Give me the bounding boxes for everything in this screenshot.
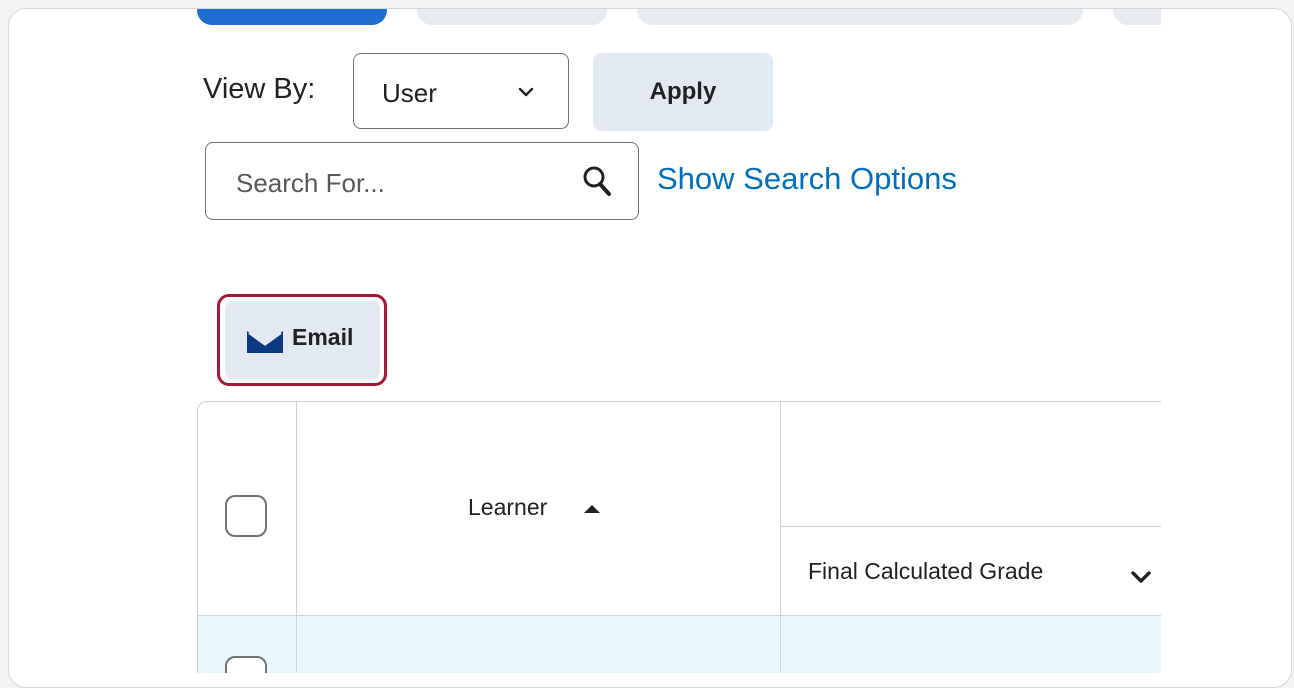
sort-ascending-icon[interactable] [583,504,601,514]
grid-divider [780,526,1161,527]
chevron-down-icon[interactable] [1130,570,1152,584]
email-button-label: Email [292,324,354,350]
grades-grid: Learner Final Calculated Grade [197,401,1161,673]
tab-active[interactable] [197,9,387,25]
grid-divider [780,402,781,673]
column-header-final-grade[interactable]: Final Calculated Grade [808,558,1043,585]
view-by-select[interactable]: User [353,53,569,129]
page-viewport: View By: User Apply Search For... Show S… [9,9,1161,673]
tab-2[interactable] [417,9,607,25]
view-by-selected-value: User [382,78,437,108]
column-header-learner[interactable]: Learner [468,494,547,521]
apply-button[interactable]: Apply [593,53,773,131]
tab-4[interactable] [1113,9,1161,25]
email-button[interactable]: Email [225,301,380,379]
email-icon [247,331,283,353]
view-by-label: View By: [203,73,316,105]
select-all-checkbox[interactable] [225,495,267,537]
row-checkbox[interactable] [225,656,267,673]
content-frame: View By: User Apply Search For... Show S… [8,8,1292,688]
search-icon[interactable] [582,165,612,197]
table-row [198,616,1161,673]
tab-3[interactable] [637,9,1083,25]
chevron-down-icon [518,87,534,97]
search-placeholder: Search For... [236,168,385,198]
show-search-options-link[interactable]: Show Search Options [657,161,957,197]
grid-divider [198,615,1161,616]
grid-divider [296,402,297,673]
search-input[interactable]: Search For... [205,142,639,220]
